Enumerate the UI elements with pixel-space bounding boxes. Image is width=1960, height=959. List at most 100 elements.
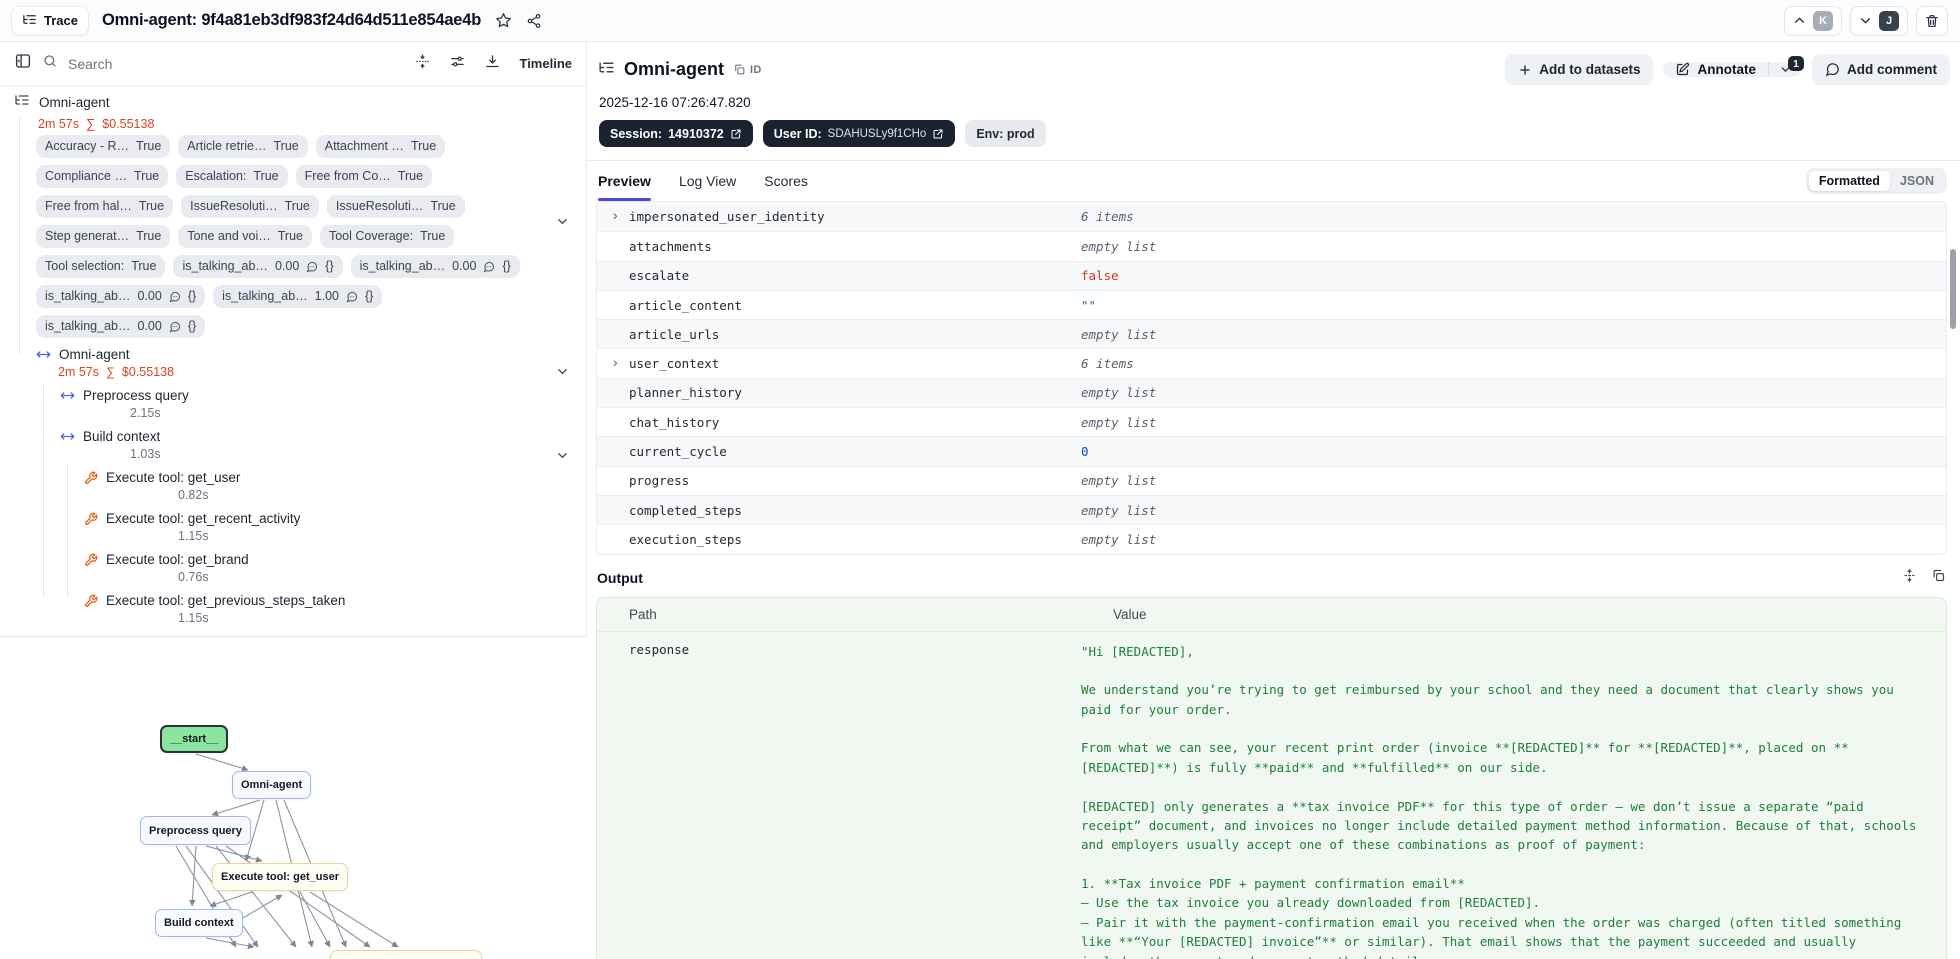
span-name: Execute tool: get_brand (106, 552, 249, 567)
chevron-right-icon[interactable]: › (611, 355, 619, 371)
annotate-button[interactable]: Annotate (1663, 62, 1768, 77)
output-response-row[interactable]: response "Hi [REDACTED], We understand y… (597, 632, 1946, 959)
add-to-datasets-button[interactable]: Add to datasets (1505, 54, 1654, 85)
kv-key: execution_steps (629, 531, 742, 547)
score-extra: {} (502, 259, 511, 273)
graph-node-omni-agent[interactable]: Omni-agent (232, 771, 312, 799)
scrollbar-thumb[interactable] (1950, 249, 1956, 329)
score-badge[interactable]: Attachment … True (315, 135, 446, 158)
score-badge[interactable]: Tool Coverage: True (319, 225, 455, 248)
trace-detail-panel: Omni-agent ID Add to datasets Annotate 1… (587, 42, 1960, 959)
chevron-right-icon[interactable]: › (611, 208, 619, 224)
kv-key: chat_history (629, 414, 720, 430)
tree-span-preprocess-query[interactable]: Preprocess query 2.15s (12, 388, 574, 420)
delete-trace-button[interactable] (1916, 5, 1948, 36)
graph-node-build-context[interactable]: Build context (155, 909, 243, 937)
score-name: Compliance … (45, 169, 127, 183)
comment-bubble-icon (306, 261, 318, 273)
tree-guide-line (19, 116, 20, 354)
score-value: True (253, 169, 279, 183)
copy-id-chip[interactable]: ID (733, 63, 762, 76)
kv-row-user_context[interactable]: › user_context 6 items (597, 348, 1946, 377)
score-badge[interactable]: Tool selection: True (36, 255, 166, 278)
score-badge[interactable]: Compliance … True (36, 165, 169, 188)
score-name: IssueResoluti… (190, 199, 278, 213)
sigma-cost-icon: ∑ (86, 116, 96, 131)
score-badge[interactable]: is_talking_ab… 0.00 {} (350, 255, 520, 278)
search-input[interactable] (68, 55, 258, 72)
score-value: 0.00 (274, 259, 300, 273)
external-link-icon (933, 129, 943, 138)
score-value: True (138, 199, 165, 213)
score-name: is_talking_ab… (45, 319, 131, 333)
score-badge[interactable]: IssueResoluti… True (326, 195, 465, 218)
score-badge[interactable]: IssueResoluti… True (181, 195, 319, 218)
score-value: True (284, 199, 310, 213)
timeline-toggle[interactable]: Timeline (519, 56, 572, 71)
score-value: 0.00 (137, 319, 162, 333)
score-badge[interactable]: is_talking_ab… 0.00 {} (36, 285, 206, 308)
tree-span-execute-tool-get-user[interactable]: Execute tool: get_user 0.82s (12, 470, 574, 502)
annotate-dropdown-caret[interactable]: 1 (1767, 56, 1804, 77)
graph-node-preprocess-query[interactable]: Preprocess query (140, 816, 251, 845)
copy-icon[interactable] (1931, 568, 1946, 588)
share-icon[interactable] (526, 13, 542, 29)
next-trace-button[interactable]: J (1850, 5, 1908, 36)
graph-node-clipped[interactable] (330, 950, 482, 959)
download-icon[interactable] (484, 53, 501, 75)
score-badge[interactable]: Accuracy - R… True (36, 135, 171, 158)
graph-node--start-[interactable]: __start__ (160, 725, 229, 753)
tree-span-omni-agent[interactable]: Omni-agent 2m 57s ∑ $0.55138 (12, 347, 574, 379)
score-badge[interactable]: Tone and voi… True (178, 225, 312, 248)
kv-value: false (1081, 268, 1119, 284)
tab-scores[interactable]: Scores (764, 161, 808, 201)
kv-key: planner_history (629, 385, 742, 401)
wrench-tool-icon (84, 553, 98, 567)
collapse-all-icon[interactable] (414, 53, 431, 75)
tree-span-execute-tool-get-recent-activity[interactable]: Execute tool: get_recent_activity 1.15s (12, 511, 574, 543)
sidebar-toolbar: Timeline (0, 42, 586, 86)
graph-node-execute-tool-get-user[interactable]: Execute tool: get_user (212, 863, 348, 891)
score-badge[interactable]: is_talking_ab… 0.00 {} (173, 255, 343, 278)
chevron-down-icon[interactable] (555, 214, 570, 234)
tree-root-omni-agent[interactable]: Omni-agent (12, 92, 574, 113)
expand-vertical-icon[interactable] (1902, 568, 1917, 588)
tree-span-execute-tool-get-brand[interactable]: Execute tool: get_brand 0.76s (12, 552, 574, 584)
settings-sliders-icon[interactable] (449, 53, 466, 75)
kv-key: article_content (629, 297, 742, 313)
score-value: True (430, 199, 456, 213)
tab-log-view[interactable]: Log View (679, 161, 736, 201)
score-badge[interactable]: is_talking_ab… 0.00 {} (36, 315, 206, 338)
format-toggle: Formatted JSON (1805, 168, 1947, 194)
add-comment-button[interactable]: Add comment (1811, 54, 1950, 85)
score-badge[interactable]: Step generat… True (36, 225, 171, 248)
top-bar: Trace Omni-agent: 9f4a81eb3df983f24d64d5… (0, 0, 1960, 42)
score-badge[interactable]: Free from Co… True (295, 165, 433, 188)
kv-value: empty list (1081, 414, 1157, 430)
user-id-badge[interactable]: User ID: SDAHUSLy9f1CHo (762, 120, 956, 147)
output-col-value: Value (1113, 606, 1147, 622)
tree-span-execute-tool-get-previous-steps-taken[interactable]: Execute tool: get_previous_steps_taken 1.… (12, 593, 574, 625)
score-badge-list: Accuracy - R… True Article retrie… True Atta… (36, 135, 558, 338)
format-option-formatted[interactable]: Formatted (1808, 171, 1890, 191)
prev-trace-button[interactable]: K (1784, 5, 1842, 36)
bookmark-star-icon[interactable] (495, 12, 512, 29)
score-badge[interactable]: is_talking_ab… 1.00 {} (213, 285, 383, 308)
kv-row-impersonated_user_identity[interactable]: › impersonated_user_identity 6 items (597, 202, 1946, 232)
wrench-tool-icon (84, 512, 98, 526)
tab-preview[interactable]: Preview (598, 161, 651, 201)
kv-value: "" (1081, 297, 1097, 313)
annotate-button-group: Annotate 1 (1663, 56, 1804, 77)
format-option-json[interactable]: JSON (1890, 171, 1944, 191)
tree-span-build-context[interactable]: Build context 1.03s (12, 429, 574, 461)
session-badge[interactable]: Session: 14910372 (599, 120, 753, 147)
score-value: True (136, 229, 162, 243)
score-badge[interactable]: Escalation: True (176, 165, 288, 188)
score-badge[interactable]: Free from hal… True (36, 195, 174, 218)
trace-breadcrumb[interactable]: Trace (12, 6, 88, 35)
kv-row-chat_history: chat_history empty list (597, 407, 1946, 436)
collapse-panel-icon[interactable] (14, 52, 32, 75)
detail-tabs: Preview Log View Scores Formatted JSON (587, 161, 1960, 201)
span-duration: 0.82s (178, 488, 209, 502)
score-badge[interactable]: Article retrie… True (178, 135, 308, 158)
